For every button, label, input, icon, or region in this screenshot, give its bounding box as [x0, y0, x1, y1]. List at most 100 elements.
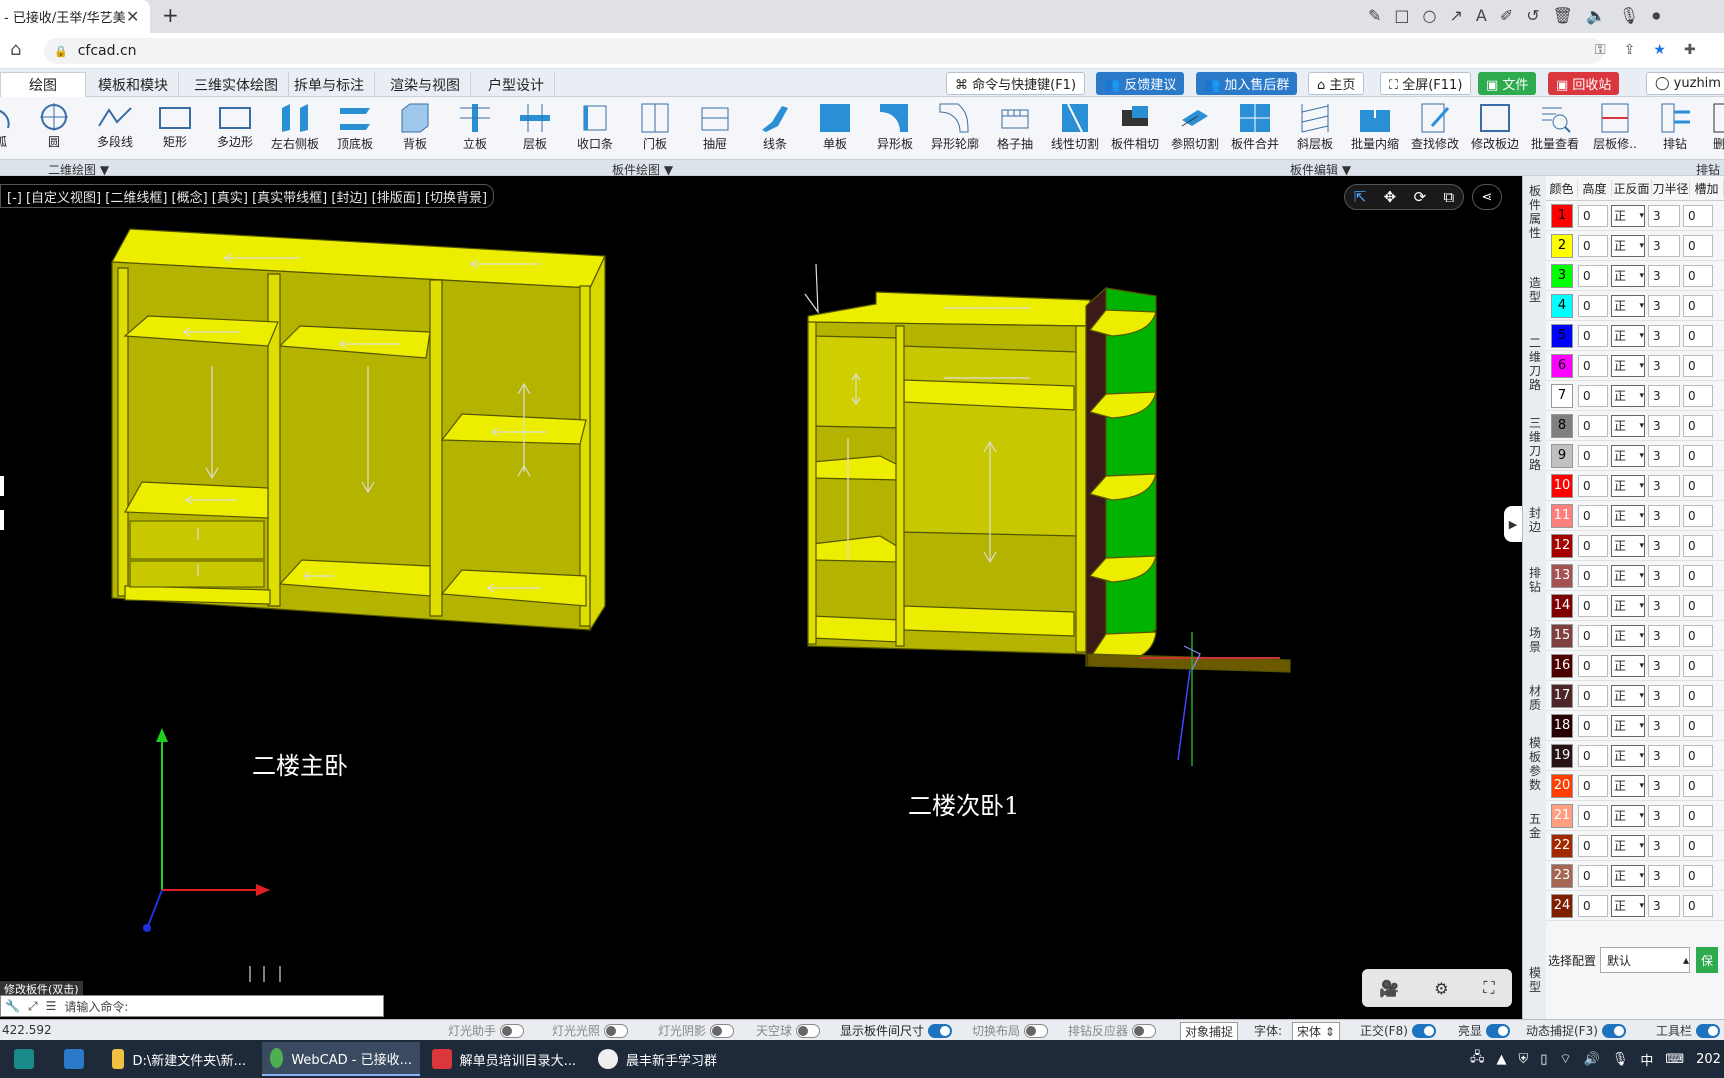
taskbar-chrome[interactable]: WebCAD - 已接收...: [262, 1042, 420, 1076]
radius-input[interactable]: 3: [1648, 204, 1680, 227]
config-select[interactable]: 默认 ▴: [1600, 947, 1691, 973]
tool-arc[interactable]: 弧: [0, 99, 28, 157]
color-swatch[interactable]: 5: [1551, 323, 1573, 348]
color-swatch[interactable]: 20: [1551, 773, 1573, 798]
tray-ime[interactable]: 中: [1640, 1050, 1653, 1069]
tool-door-panel[interactable]: 门板: [628, 99, 682, 157]
taskbar-feishu-icon[interactable]: [56, 1042, 92, 1076]
expand-icon[interactable]: ⛶: [1483, 978, 1494, 998]
groove-input[interactable]: 0: [1683, 444, 1713, 467]
side-select[interactable]: 正 ▾: [1611, 474, 1645, 497]
status-toggle[interactable]: 切换布局: [972, 1022, 1049, 1039]
color-swatch[interactable]: 10: [1551, 473, 1573, 498]
ortho-toggle[interactable]: 正交(F8): [1360, 1022, 1436, 1039]
groove-input[interactable]: 0: [1683, 504, 1713, 527]
groove-input[interactable]: 0: [1683, 354, 1713, 377]
tool-side-panels[interactable]: 左右侧板: [268, 99, 322, 157]
groove-input[interactable]: 0: [1683, 294, 1713, 317]
sidetab-3d-toolpath[interactable]: 三维刀路: [1527, 416, 1543, 472]
tool-trim-strip[interactable]: 收口条: [568, 99, 622, 157]
undo-icon[interactable]: ↺: [1526, 6, 1539, 26]
tool-circle[interactable]: 圆: [27, 99, 81, 157]
radius-input[interactable]: 3: [1648, 684, 1680, 707]
save-config-button[interactable]: 保: [1696, 947, 1719, 973]
side-select[interactable]: 正 ▾: [1611, 264, 1645, 287]
tool-single-panel[interactable]: 单板: [808, 99, 862, 157]
side-select[interactable]: 正 ▾: [1611, 834, 1645, 857]
side-select[interactable]: 正 ▾: [1611, 444, 1645, 467]
side-select[interactable]: 正 ▾: [1611, 864, 1645, 887]
tool-vertical-panel[interactable]: 立板: [448, 99, 502, 157]
tool-rectangle[interactable]: 矩形: [148, 99, 202, 157]
status-toggle-switch[interactable]: [710, 1023, 735, 1038]
tray-mic-icon[interactable]: 🎙: [1612, 1052, 1629, 1067]
radius-input[interactable]: 3: [1648, 294, 1680, 317]
new-tab-button[interactable]: +: [162, 3, 179, 27]
color-swatch[interactable]: 18: [1551, 713, 1573, 738]
tool-delete[interactable]: 删除: [1698, 99, 1724, 157]
pen-icon[interactable]: ✎: [1368, 6, 1381, 26]
groove-input[interactable]: 0: [1683, 624, 1713, 647]
radius-input[interactable]: 3: [1648, 504, 1680, 527]
tool-reference-cut[interactable]: 参照切割: [1168, 99, 1222, 157]
side-select[interactable]: 正 ▾: [1611, 684, 1645, 707]
radius-input[interactable]: 3: [1648, 264, 1680, 287]
object-snap-button[interactable]: 对象捕捉: [1180, 1022, 1239, 1041]
tab-draw[interactable]: 绘图: [0, 72, 86, 97]
command-input[interactable]: 请输入命令:: [64, 998, 128, 1015]
groove-input[interactable]: 0: [1683, 714, 1713, 737]
sidetab-drilling[interactable]: 排钻: [1527, 566, 1543, 594]
feedback-button[interactable]: 👥 反馈建议: [1096, 72, 1185, 95]
groove-input[interactable]: 0: [1683, 684, 1713, 707]
tool-shelf[interactable]: 层板: [508, 99, 562, 157]
status-toggle-switch[interactable]: [928, 1023, 953, 1038]
sidetab-template-params[interactable]: 模板参数: [1527, 736, 1543, 792]
color-swatch[interactable]: 22: [1551, 833, 1573, 858]
radius-input[interactable]: 3: [1648, 864, 1680, 887]
height-input[interactable]: 0: [1578, 324, 1608, 347]
height-input[interactable]: 0: [1578, 894, 1608, 917]
tray-security-icon[interactable]: ⛨: [1519, 1052, 1529, 1067]
height-input[interactable]: 0: [1578, 564, 1608, 587]
text-icon[interactable]: A: [1476, 6, 1487, 26]
collapse-panel-handle[interactable]: ▶: [1504, 506, 1522, 542]
taskbar-explorer[interactable]: D:\新建文件夹\新...: [104, 1042, 254, 1076]
groove-input[interactable]: 0: [1683, 864, 1713, 887]
height-input[interactable]: 0: [1578, 204, 1608, 227]
url-field[interactable]: 🔒 cfcad.cn: [44, 38, 1604, 64]
sidetab-scene[interactable]: 场景: [1527, 626, 1543, 654]
groove-input[interactable]: 0: [1683, 324, 1713, 347]
color-swatch[interactable]: 11: [1551, 503, 1573, 528]
color-swatch[interactable]: 9: [1551, 443, 1573, 468]
recycle-bin-button[interactable]: ▣ 回收站: [1548, 72, 1620, 95]
user-account-button[interactable]: ◯ yuzhim: [1646, 72, 1724, 95]
height-input[interactable]: 0: [1578, 624, 1608, 647]
sidetab-panel-attr[interactable]: 板件属性: [1527, 184, 1543, 240]
toolbar-toggle[interactable]: 工具栏: [1656, 1022, 1721, 1039]
groove-input[interactable]: 0: [1683, 834, 1713, 857]
cad-viewport[interactable]: [-] [自定义视图] [二维线框] [概念] [真实] [真实带线框] [封边…: [0, 176, 1522, 1019]
tray-clock[interactable]: 202: [1696, 1052, 1721, 1067]
height-input[interactable]: 0: [1578, 534, 1608, 557]
groove-input[interactable]: 0: [1683, 564, 1713, 587]
sidetab-2d-toolpath[interactable]: 二维刀路: [1527, 336, 1543, 392]
star-icon[interactable]: ★: [1653, 42, 1666, 58]
tray-wifi-icon[interactable]: ⌔: [1559, 1051, 1571, 1067]
radius-input[interactable]: 3: [1648, 894, 1680, 917]
highlight-toggle[interactable]: 亮显: [1458, 1022, 1511, 1039]
tab-render-view[interactable]: 渲染与视图: [380, 72, 471, 97]
color-swatch[interactable]: 23: [1551, 863, 1573, 888]
height-input[interactable]: 0: [1578, 834, 1608, 857]
color-swatch[interactable]: 16: [1551, 653, 1573, 678]
groove-input[interactable]: 0: [1683, 414, 1713, 437]
side-select[interactable]: 正 ▾: [1611, 744, 1645, 767]
color-swatch[interactable]: 2: [1551, 233, 1573, 258]
radius-input[interactable]: 3: [1648, 594, 1680, 617]
side-select[interactable]: 正 ▾: [1611, 714, 1645, 737]
side-select[interactable]: 正 ▾: [1611, 384, 1645, 407]
tool-linear-cut[interactable]: 线性切割: [1048, 99, 1102, 157]
radius-input[interactable]: 3: [1648, 804, 1680, 827]
fullscreen-button[interactable]: ⛶ 全屏(F11): [1380, 72, 1472, 95]
height-input[interactable]: 0: [1578, 864, 1608, 887]
groove-input[interactable]: 0: [1683, 534, 1713, 557]
